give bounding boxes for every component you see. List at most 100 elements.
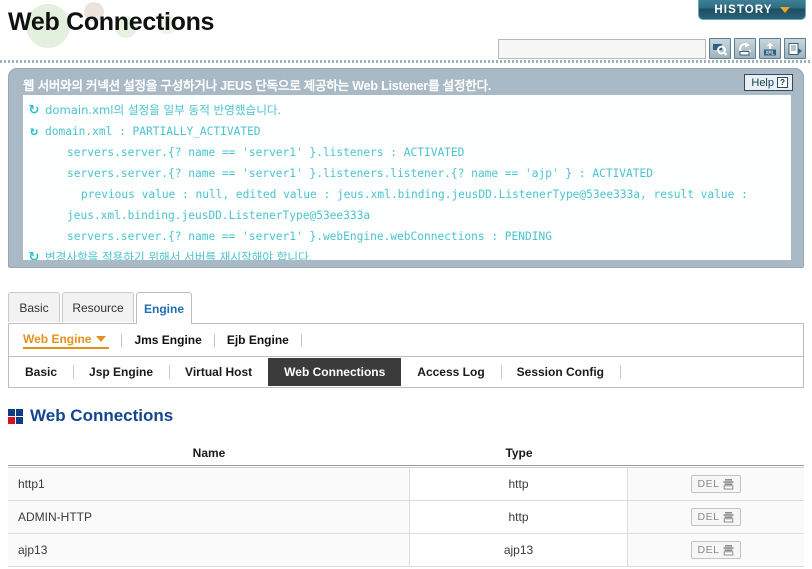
log-line-text: domain.xml의 설정을 일부 동적 반영했습니다.: [45, 103, 282, 117]
delete-button[interactable]: DEL: [690, 475, 742, 493]
log-line: servers.server.{? name == 'server1' }.we…: [23, 226, 791, 247]
engine-item-label: Ejb Engine: [226, 333, 289, 347]
xml-export-icon[interactable]: XML: [759, 38, 781, 59]
engine-selector-row: Web Engine Jms Engine Ejb Engine: [8, 324, 804, 356]
page-title: Web Connections: [8, 8, 215, 36]
table-header-row: Name Type: [8, 440, 804, 466]
subtab-label: Access Log: [417, 365, 485, 379]
refresh-cycle-icon: ↻: [30, 124, 38, 139]
delete-button-label: DEL: [697, 544, 720, 556]
cell-actions: DEL: [628, 534, 804, 566]
question-icon: ?: [777, 77, 788, 88]
log-line: servers.server.{? name == 'server1' }.li…: [23, 163, 791, 184]
info-panel: 웹 서버와의 커넥션 설정을 구성하거나 JEUS 단독으로 제공하는 Web …: [8, 68, 804, 268]
engine-separator: [121, 333, 123, 347]
save-icon[interactable]: [784, 38, 806, 59]
activation-log[interactable]: ↻ domain.xml의 설정을 일부 동적 반영했습니다. ↻ domain.xm…: [23, 95, 791, 260]
trash-icon: [722, 511, 735, 523]
log-line: previous value : null, edited value : je…: [23, 184, 791, 205]
svg-text:XML: XML: [765, 50, 774, 56]
refresh-cycle-icon: ↻: [28, 103, 40, 118]
subtab-label: Basic: [25, 365, 58, 379]
info-panel-title: 웹 서버와의 커넥션 설정을 구성하거나 JEUS 단독으로 제공하는 Web …: [23, 79, 492, 93]
header-toolbar: XML: [498, 38, 806, 59]
subtab-basic[interactable]: Basic: [9, 357, 73, 387]
cell-type: http: [410, 501, 628, 533]
section-header: Web Connections: [8, 406, 173, 426]
cell-type: http: [410, 468, 628, 500]
header-divider: [0, 60, 812, 63]
help-button-label: Help: [751, 76, 774, 89]
primary-tabs: Basic Resource Engine: [8, 292, 804, 324]
cell-name: ADMIN-HTTP: [8, 501, 410, 533]
log-line: ↻ domain.xml : PARTIALLY_ACTIVATED: [23, 121, 791, 142]
subtab-virtual-host[interactable]: Virtual Host: [169, 357, 268, 387]
table-row[interactable]: ADMIN-HTTP http DEL: [8, 501, 804, 534]
refresh-cycle-icon: ↻: [28, 250, 40, 260]
engine-item-label: Jms Engine: [134, 333, 202, 347]
tab-basic[interactable]: Basic: [8, 292, 60, 322]
help-button[interactable]: Help ?: [744, 74, 793, 91]
log-line: jeus.xml.binding.jeusDD.ListenerType@53e…: [23, 205, 791, 226]
web-connections-table: Name Type http1 http DEL ADMIN-HTTP http DEL a…: [8, 440, 804, 567]
delete-button[interactable]: DEL: [690, 541, 742, 559]
delete-button[interactable]: DEL: [690, 508, 742, 526]
subtab-end-separator: [620, 365, 621, 379]
history-button[interactable]: HISTORY: [698, 0, 806, 20]
engine-separator: [213, 333, 215, 347]
cell-actions: DEL: [628, 501, 804, 533]
table-body: http1 http DEL ADMIN-HTTP http DEL ajp13 ajp13 D…: [8, 468, 804, 567]
log-line-text: 변경사항을 적용하기 위해서 서버를 재시작해야 합니다.: [45, 250, 313, 260]
tab-label: Basic: [19, 300, 49, 315]
delete-button-label: DEL: [697, 511, 720, 523]
chevron-down-icon[interactable]: [96, 336, 107, 343]
engine-separator: [300, 333, 302, 347]
engine-item-web-engine[interactable]: Web Engine: [23, 331, 110, 349]
log-line: ↻ domain.xml의 설정을 일부 동적 반영했습니다.: [23, 100, 791, 121]
tab-label: Engine: [143, 301, 184, 316]
section-square-icon: [8, 408, 23, 424]
history-button-label: HISTORY: [714, 3, 773, 16]
page-header: Web Connections HISTORY XML: [0, 0, 812, 63]
log-line-text: jeus.xml.binding.jeusDD.ListenerType@53e…: [67, 209, 371, 222]
chevron-down-icon: [779, 6, 790, 13]
subtab-label: Session Config: [516, 365, 604, 379]
cell-name: ajp13: [8, 534, 410, 566]
subtab-access-log[interactable]: Access Log: [401, 357, 500, 387]
log-line: servers.server.{? name == 'server1' }.li…: [23, 142, 791, 163]
log-line-text: servers.server.{? name == 'server1' }.we…: [67, 230, 552, 243]
subtab-label: Jsp Engine: [89, 365, 154, 379]
section-title: Web Connections: [30, 406, 174, 425]
cell-name: http1: [8, 468, 410, 500]
tab-engine[interactable]: Engine: [136, 292, 192, 324]
log-line-text: domain.xml : PARTIALLY_ACTIVATED: [45, 125, 261, 138]
tab-label: Resource: [72, 300, 124, 315]
table-row[interactable]: http1 http DEL: [8, 468, 804, 501]
subtab-web-connections[interactable]: Web Connections: [268, 358, 402, 386]
engine-item-jms-engine[interactable]: Jms Engine: [134, 333, 201, 347]
column-header-name: Name: [192, 445, 226, 460]
log-line-text: previous value : null, edited value : je…: [81, 188, 748, 201]
log-line-text: servers.server.{? name == 'server1' }.li…: [67, 167, 653, 180]
log-line-text: servers.server.{? name == 'server1' }.li…: [67, 146, 465, 159]
engine-item-label: Web Engine: [23, 331, 92, 346]
cell-type: ajp13: [410, 534, 628, 566]
subtab-jsp-engine[interactable]: Jsp Engine: [73, 357, 169, 387]
trash-icon: [722, 478, 735, 490]
subtab-session-config[interactable]: Session Config: [500, 357, 620, 387]
cell-actions: DEL: [628, 468, 804, 500]
subtab-label: Web Connections: [284, 365, 386, 379]
search-icon[interactable]: [709, 38, 731, 59]
tab-resource[interactable]: Resource: [62, 292, 134, 322]
secondary-tabs: Basic Jsp Engine Virtual Host Web Connectio…: [8, 356, 804, 388]
subtab-label: Virtual Host: [185, 365, 253, 379]
trash-icon: [722, 544, 735, 556]
engine-item-ejb-engine[interactable]: Ejb Engine: [227, 333, 289, 347]
table-row[interactable]: ajp13 ajp13 DEL: [8, 534, 804, 567]
log-line: ↻ 변경사항을 적용하기 위해서 서버를 재시작해야 합니다.: [23, 247, 791, 260]
app-root: Web Connections HISTORY XML 웹 서버와의 커넥션 설…: [0, 0, 812, 569]
column-header-type: Type: [505, 445, 533, 460]
refresh-icon[interactable]: [734, 38, 756, 59]
delete-button-label: DEL: [697, 478, 720, 490]
search-input[interactable]: [498, 38, 706, 59]
